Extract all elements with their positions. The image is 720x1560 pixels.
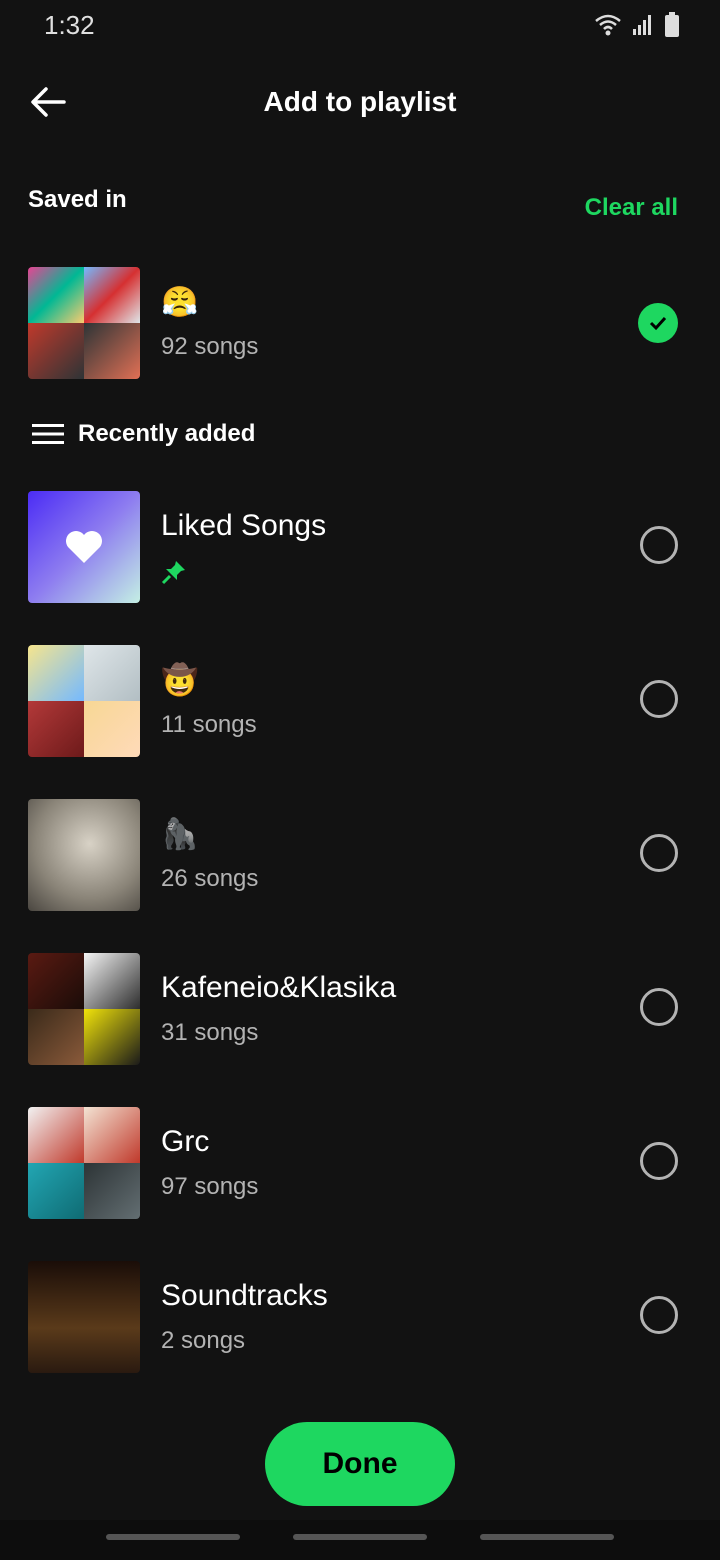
wifi-icon <box>595 14 621 36</box>
playlist-meta: 97 songs <box>161 1173 259 1200</box>
playlist-meta: 2 songs <box>161 1327 246 1354</box>
select-radio[interactable] <box>640 680 678 718</box>
nav-home[interactable] <box>293 1534 427 1540</box>
page-title: Add to playlist <box>263 86 457 117</box>
header: Add to playlist <box>0 68 720 138</box>
selected-check-icon[interactable] <box>638 303 678 343</box>
signal-icon <box>633 15 651 35</box>
battery-icon <box>665 12 679 37</box>
playlist-name: Soundtracks <box>161 1279 328 1312</box>
select-radio[interactable] <box>640 1296 678 1334</box>
saved-playlist-row[interactable]: 😤 92 songs <box>28 267 688 379</box>
playlist-artwork <box>28 1261 140 1373</box>
system-nav-bar <box>0 1520 720 1560</box>
playlist-artwork <box>28 799 140 911</box>
clear-all-button[interactable]: Clear all <box>585 194 678 222</box>
playlist-meta: 26 songs <box>161 865 259 892</box>
playlist-meta: 92 songs <box>161 333 259 360</box>
list-sort-icon <box>32 424 64 444</box>
playlist-row[interactable]: 🦍 26 songs <box>28 799 688 911</box>
playlist-artwork <box>28 1107 140 1219</box>
playlist-name: 🦍 <box>161 817 199 852</box>
nav-recents[interactable] <box>106 1534 240 1540</box>
select-radio[interactable] <box>640 834 678 872</box>
status-bar: 1:32 <box>0 0 720 52</box>
done-button[interactable]: Done <box>265 1422 455 1506</box>
playlist-name: Kafeneio&Klasika <box>161 971 397 1004</box>
playlist-name: Grc <box>161 1125 210 1158</box>
playlist-artwork <box>28 953 140 1065</box>
heart-icon <box>66 531 102 563</box>
select-radio[interactable] <box>640 526 678 564</box>
status-time: 1:32 <box>44 10 95 40</box>
playlist-artwork <box>28 645 140 757</box>
playlist-row[interactable]: Liked Songs <box>28 491 688 603</box>
playlist-artwork <box>28 267 140 379</box>
sort-control[interactable]: Recently added <box>32 420 255 448</box>
playlist-row[interactable]: Soundtracks 2 songs <box>28 1261 688 1373</box>
playlist-row[interactable]: Grc 97 songs <box>28 1107 688 1219</box>
liked-songs-artwork <box>28 491 140 603</box>
saved-in-heading: Saved in <box>28 186 127 213</box>
playlist-name: 😤 <box>161 285 199 320</box>
select-radio[interactable] <box>640 1142 678 1180</box>
pin-icon <box>161 561 185 585</box>
playlist-name: Liked Songs <box>161 509 327 542</box>
status-icons <box>594 12 680 38</box>
playlist-name: 🤠 <box>161 663 199 698</box>
sort-label: Recently added <box>78 420 256 447</box>
select-radio[interactable] <box>640 988 678 1026</box>
playlist-meta: 31 songs <box>161 1019 259 1046</box>
playlist-row[interactable]: 🤠 11 songs <box>28 645 688 757</box>
playlist-meta: 11 songs <box>161 711 257 738</box>
playlist-row[interactable]: Kafeneio&Klasika 31 songs <box>28 953 688 1065</box>
nav-back[interactable] <box>480 1534 614 1540</box>
